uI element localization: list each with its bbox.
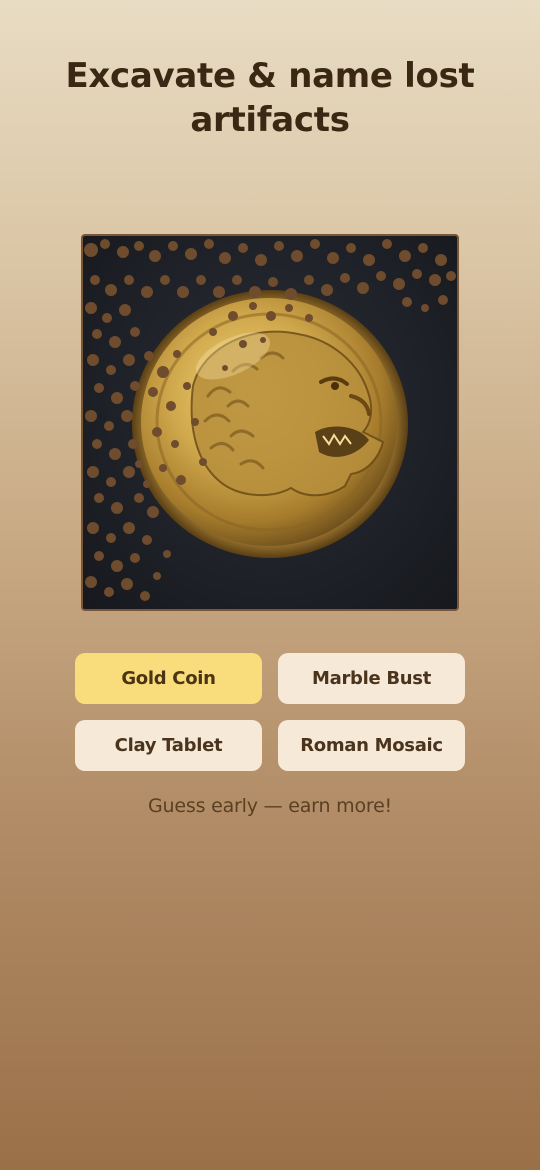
answer-option-marble-bust[interactable]: Marble Bust (278, 653, 465, 704)
gold-coin-lion-icon (132, 290, 408, 558)
artifact-canvas (84, 239, 456, 601)
hint-text: Guess early — earn more! (148, 795, 392, 817)
page-title: Excavate & name lost artifacts (65, 56, 475, 140)
answer-option-clay-tablet[interactable]: Clay Tablet (75, 720, 262, 771)
answer-option-roman-mosaic[interactable]: Roman Mosaic (278, 720, 465, 771)
answer-option-gold-coin[interactable]: Gold Coin (75, 653, 262, 704)
excavation-area[interactable] (81, 234, 459, 611)
